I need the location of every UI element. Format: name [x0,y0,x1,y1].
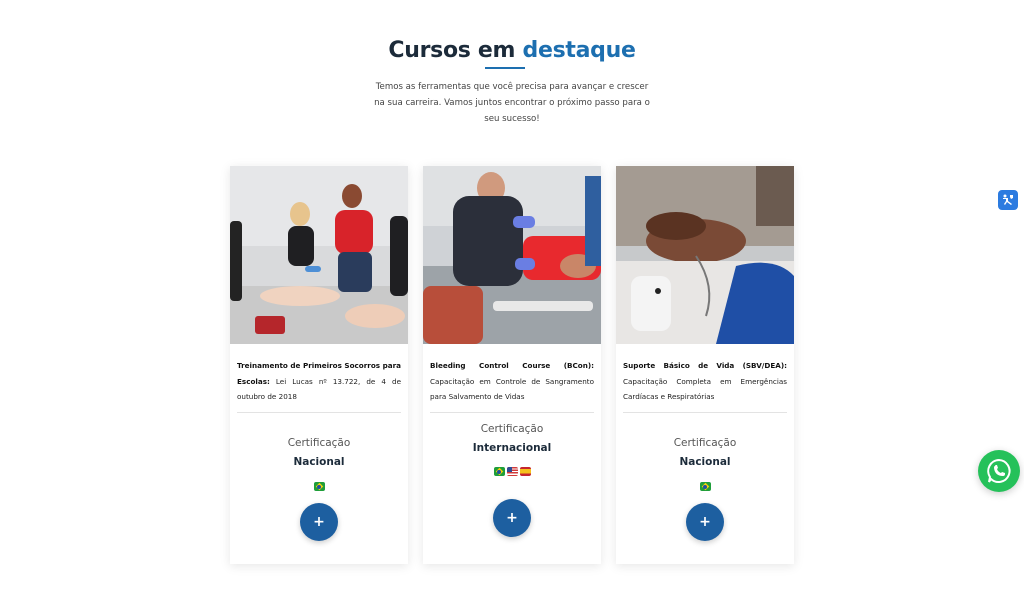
course-card-first-aid-schools[interactable]: Treinamento de Primeiros Socorros para E… [230,166,408,564]
certification-label: Certificação [480,423,544,435]
card-divider [623,412,787,413]
section-title: Cursos em destaque [0,38,1024,63]
certification-label: Certificação [673,437,737,449]
flags-row [616,482,794,494]
certification-type: Nacional [293,456,345,468]
section-title-main: Cursos em [388,38,523,63]
course-description: Bleeding Control Course (BCon): Capacita… [430,358,594,405]
whatsapp-icon [987,458,1011,483]
certification-type: Nacional [679,456,731,468]
spain-flag-icon [519,467,531,476]
brazil-flag-icon [699,482,711,491]
course-title: Bleeding Control Course (BCon): [430,361,594,370]
card-divider [430,412,594,413]
course-detail: Capacitação Completa em Emergências Card… [623,376,787,402]
course-more-button[interactable]: + [686,503,724,541]
accessibility-hand-icon [1003,194,1013,205]
course-description: Treinamento de Primeiros Socorros para E… [237,358,401,405]
usa-flag-icon [506,467,518,476]
course-image-life-support [616,166,794,344]
section-title-accent: destaque [522,38,636,63]
flags-row [230,482,408,494]
course-image-first-aid [230,166,408,344]
course-image-bleeding-control [423,166,601,344]
section-subtitle: Temos as ferramentas que você precisa pa… [374,82,650,124]
brazil-flag-icon [493,467,505,476]
flags-row [423,467,601,479]
card-divider [237,412,401,413]
certification-label: Certificação [287,437,351,449]
course-more-button[interactable]: + [493,499,531,537]
course-card-bleeding-control[interactable]: Bleeding Control Course (BCon): Capacita… [423,166,601,564]
course-more-button[interactable]: + [300,503,338,541]
course-description: Suporte Básico de Vida (SBV/DEA): Capaci… [623,358,787,405]
page: Cursos em destaque Temos as ferramentas … [0,0,1024,600]
course-title: Suporte Básico de Vida (SBV/DEA): [623,361,787,370]
whatsapp-button[interactable] [978,450,1020,492]
certification-type: Internacional [472,442,552,454]
brazil-flag-icon [313,482,325,491]
accessibility-button[interactable] [998,190,1018,210]
course-detail: Capacitação em Controle de Sangramento p… [430,376,594,402]
title-underline [485,67,525,69]
course-card-basic-life-support[interactable]: Suporte Básico de Vida (SBV/DEA): Capaci… [616,166,794,564]
